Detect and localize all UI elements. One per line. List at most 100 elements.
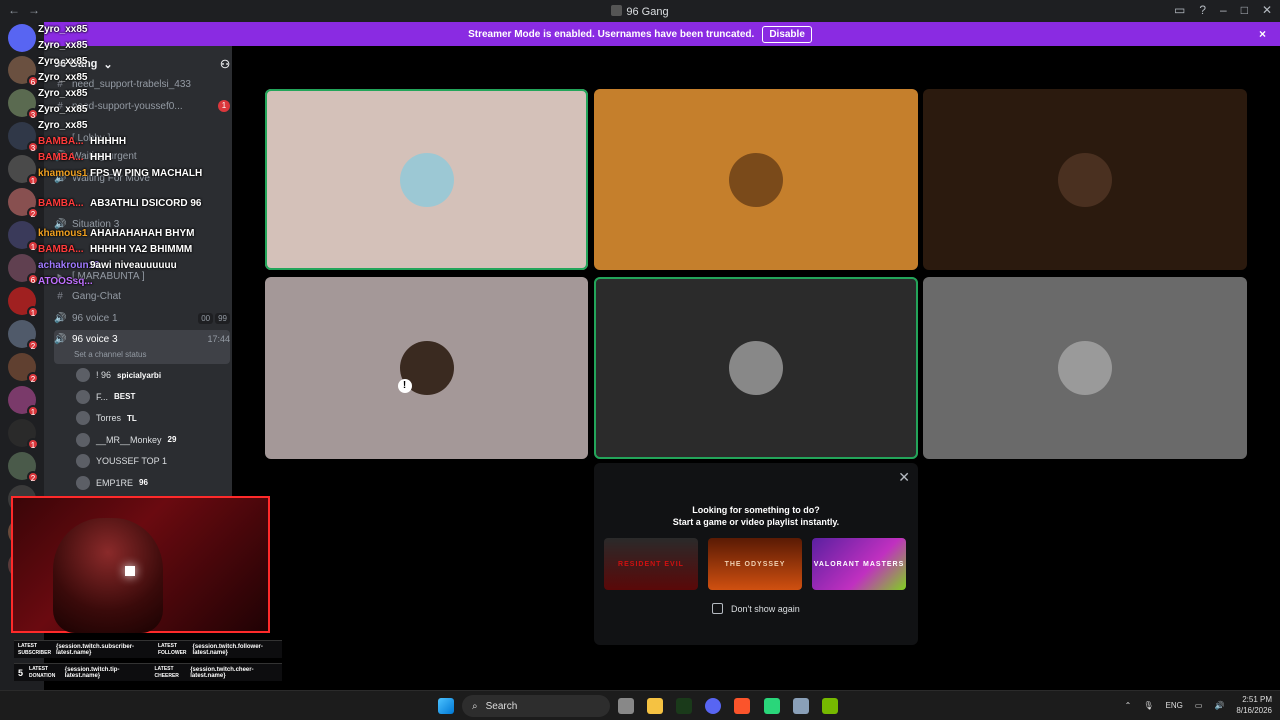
server-icon[interactable]: 2 (8, 353, 39, 384)
voice-timer: 17:44 (207, 334, 230, 344)
user-limit-pills: 00 99 (198, 312, 230, 324)
voice-user[interactable]: F... BEST (76, 388, 135, 406)
participant-tile[interactable] (265, 89, 588, 270)
task-view-icon[interactable] (618, 698, 634, 714)
widget-label: LATEST FOLLOWER (157, 642, 187, 656)
user-tag: TL (127, 413, 137, 423)
chat-message: BAMBA... AB3ATHLI DSICORD 96 (38, 198, 202, 209)
chat-text: HHHHH YA2 BHIMMM (90, 244, 193, 255)
chat-username: Zyro_xx85 (38, 40, 88, 51)
window-title: 96 Gang (0, 5, 1280, 18)
close-window-icon[interactable]: ✕ (1262, 3, 1272, 17)
search-label: Search (485, 700, 518, 712)
server-icon (611, 5, 623, 16)
voice-user[interactable]: YOUSSEF TOP 1 (76, 452, 167, 470)
chat-username: ATOOSsq... (38, 276, 93, 287)
participant-avatar (399, 152, 454, 207)
discord-taskbar-icon[interactable] (705, 698, 721, 714)
server-icon[interactable]: 1 (8, 287, 39, 318)
user-tag: 96 (139, 478, 148, 487)
disable-button[interactable]: Disable (762, 25, 812, 43)
channel-name: 96 voice 1 (72, 312, 118, 324)
brave-browser-icon[interactable] (734, 698, 750, 714)
participant-tile[interactable] (923, 277, 1247, 459)
language-indicator[interactable]: ENG (1166, 701, 1183, 710)
user-name: F... (96, 391, 109, 402)
windows-taskbar: ⌕ Search ⌃ 🎙 ENG ▭ 🔊 2:51 PM 8/16/2026 (0, 690, 1280, 720)
taskbar-search[interactable]: ⌕ Search (462, 695, 610, 717)
notification-badge: 2 (27, 372, 39, 384)
maximize-icon[interactable]: □ (1241, 3, 1248, 17)
channel-item[interactable]: 🔊 96 voice 1 00 99 (54, 308, 230, 328)
chat-message: Zyro_xx85 (38, 120, 90, 131)
server-icon[interactable]: 1 (8, 386, 39, 417)
microphone-icon[interactable]: 🎙 (1143, 701, 1153, 710)
inbox-icon[interactable]: ▭ (1174, 3, 1185, 17)
search-icon: ⌕ (472, 700, 478, 712)
close-card-icon[interactable]: ✕ (898, 469, 910, 486)
voice-channel-icon: 🔊 (54, 334, 67, 345)
latest-subscriber-widget: LATEST SUBSCRIBER {session.twitch.subscr… (14, 640, 282, 658)
chat-text: AB3ATHLI DSICORD 96 (90, 198, 202, 209)
activity-suggestion-card: ✕ Looking for something to do? Start a g… (594, 463, 918, 645)
channel-name: 96 voice 3 (72, 334, 118, 345)
chat-message: Zyro_xx85 (38, 24, 90, 35)
chat-text: FPS W PING MACHALH (90, 168, 203, 179)
chat-message: BAMBA... HHHHH (38, 136, 126, 147)
system-tray: ⌃ 🎙 ENG ▭ 🔊 2:51 PM 8/16/2026 (1125, 694, 1272, 716)
volume-icon[interactable]: 🔊 (1214, 701, 1224, 710)
chat-username: Zyro_xx85 (38, 72, 88, 83)
participant-tile[interactable] (265, 277, 588, 459)
channel-name: Gang-Chat (72, 290, 121, 302)
voice-user[interactable]: Torres TL (76, 409, 137, 427)
activity-title: Looking for something to do? (692, 505, 820, 515)
help-icon[interactable]: ? (1199, 3, 1206, 17)
participant-tile[interactable] (594, 277, 918, 459)
widget-value: {session.twitch.follower-latest.name} (192, 643, 263, 656)
voice-user[interactable]: ! 96 spicialyarbi (76, 366, 161, 384)
channel-status-prompt[interactable]: Set a channel status (74, 350, 147, 359)
chat-message: achakroun199awi niveauuuuuu (38, 260, 177, 271)
widget-label: LATEST DONATION (29, 665, 56, 679)
chat-message: Zyro_xx85 (38, 72, 90, 83)
chat-text: 9awi niveauuuuuu (90, 260, 177, 271)
latest-donation-widget: 5 LATEST DONATION {session.twitch.tip-la… (14, 663, 282, 681)
voice-user[interactable]: __MR__Monkey 29 (76, 431, 176, 449)
nvidia-app-icon[interactable] (676, 698, 692, 714)
network-icon[interactable]: ▭ (1195, 701, 1203, 710)
file-explorer-icon[interactable] (647, 698, 663, 714)
server-icon[interactable]: 2 (8, 452, 39, 483)
widget-value: {session.twitch.cheer-latest.name} (190, 666, 254, 679)
widget-value: {session.twitch.subscriber-latest.name} (56, 643, 135, 656)
nvidia-icon[interactable] (822, 698, 838, 714)
participant-avatar (1058, 341, 1112, 395)
widget-label: LATEST CHEERER (154, 665, 179, 679)
participant-tile[interactable] (594, 89, 918, 270)
chat-username: BAMBA... (38, 244, 84, 255)
server-icon[interactable]: 1 (8, 419, 39, 450)
photos-icon[interactable] (793, 698, 809, 714)
participant-avatar (729, 152, 783, 207)
close-banner-icon[interactable]: × (1259, 27, 1266, 41)
notification-badge: 1 (27, 438, 39, 450)
chat-message: ATOOSsq... (38, 276, 93, 287)
game-card-resident-evil[interactable]: RESIDENT EVIL (604, 538, 698, 590)
chat-message: Zyro_xx85 (38, 56, 90, 67)
channel-item[interactable]: # Gang-Chat (54, 286, 230, 306)
minimize-icon[interactable]: – (1220, 3, 1227, 17)
windows-start-icon[interactable] (438, 698, 454, 714)
streamlabs-icon[interactable] (764, 698, 780, 714)
chat-text: AHAHAHAHAH BHYM (90, 228, 195, 239)
user-tag: BEST (114, 392, 136, 401)
participant-tile[interactable] (923, 89, 1247, 270)
avatar (76, 389, 90, 404)
dont-show-again-checkbox[interactable]: Don't show again (712, 603, 800, 614)
chevron-up-icon[interactable]: ⌃ (1125, 701, 1132, 710)
clock[interactable]: 2:51 PM 8/16/2026 (1236, 694, 1272, 716)
voice-user[interactable]: EMP1RE 96 (76, 474, 148, 492)
game-card-odyssey[interactable]: THE ODYSSEY (708, 538, 802, 590)
game-card-valorant[interactable]: VALORANT MASTERS (812, 538, 906, 590)
chat-message: BAMBA... HHH (38, 152, 112, 163)
checkbox-icon[interactable] (712, 603, 723, 614)
server-icon[interactable]: 2 (8, 320, 39, 351)
